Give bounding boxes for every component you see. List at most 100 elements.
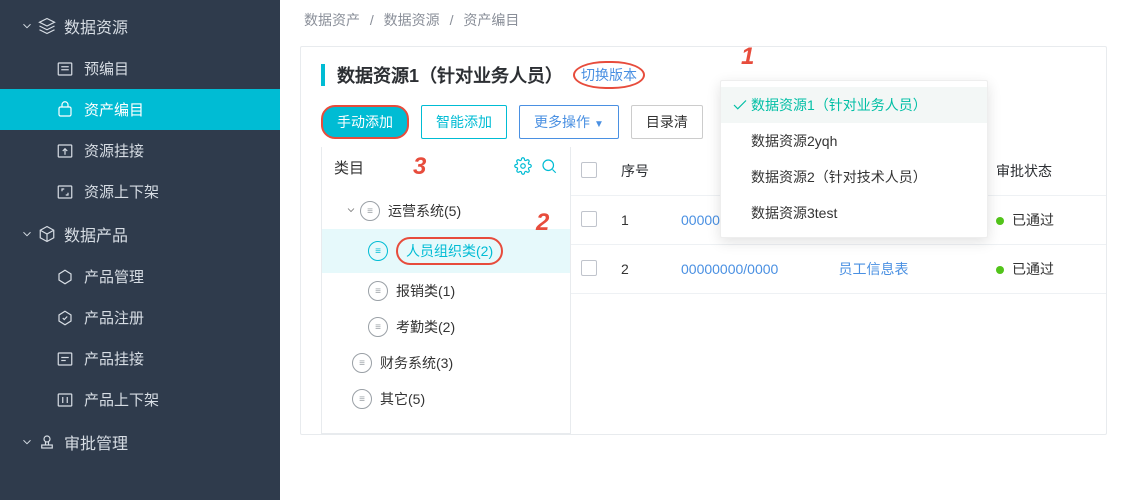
tree-node-finance-system[interactable]: ≡ 财务系统(3) [322,345,570,381]
sidebar-item-precatalog[interactable]: 预编目 [0,48,280,89]
sidebar-item-product-onoff[interactable]: 产品上下架 [0,379,280,420]
accent-bar [321,64,325,86]
dropdown-item-label: 数据资源2（针对技术人员） [751,167,927,187]
cell-seq: 1 [611,196,671,245]
mount-icon [54,350,76,368]
breadcrumb-current: 资产编目 [463,12,519,28]
chevron-down-icon [18,435,36,449]
sidebar-item-product-register[interactable]: 产品注册 [0,297,280,338]
cell-name-link[interactable]: 员工信息表 [829,245,987,294]
panel-title: 数据资源1（针对业务人员） [337,62,563,88]
chevron-down-icon [18,227,36,241]
status-text: 已通过 [1012,212,1054,228]
stamp-icon [36,433,58,451]
updown-icon [54,183,76,201]
catalog-icon [54,101,76,119]
sidebar-group-label: 审批管理 [64,430,128,454]
sidebar-item-resource-onoff[interactable]: 资源上下架 [0,171,280,212]
sidebar-group-data-product[interactable]: 数据产品 [0,212,280,256]
sidebar-item-product-mount[interactable]: 产品挂接 [0,338,280,379]
breadcrumb-link[interactable]: 数据资源 [384,12,440,28]
sidebar-item-resource-mount[interactable]: 资源挂接 [0,130,280,171]
row-checkbox[interactable] [581,260,597,276]
row-checkbox[interactable] [581,211,597,227]
sidebar-item-label: 产品上下架 [84,389,159,410]
version-dropdown: 数据资源1（针对业务人员） 数据资源2yqh 数据资源2（针对技术人员） 数据资… [720,80,988,238]
updown2-icon [54,391,76,409]
list-bullet-icon: ≡ [368,317,388,337]
chevron-down-icon [18,19,36,33]
list-icon [54,60,76,78]
more-ops-button[interactable]: 更多操作 ▼ [519,105,619,139]
cell-status: 已通过 [986,196,1106,245]
list-bullet-icon: ≡ [352,353,372,373]
dropdown-item[interactable]: 数据资源2（针对技术人员） [721,159,987,195]
layers-icon [36,17,58,35]
annotation-1: 1 [741,43,754,71]
search-icon[interactable] [540,157,558,178]
cell-code-link[interactable]: 00000000/0000 [671,245,829,294]
more-ops-label: 更多操作 [534,114,590,130]
list-bullet-icon: ≡ [368,281,388,301]
sidebar-group-approval[interactable]: 审批管理 [0,420,280,464]
tree-node-label: 其它(5) [380,389,425,409]
check-icon [731,96,751,114]
table-checkbox-header [571,147,611,196]
category-tree: ≡ 运营系统(5) ≡ 人员组织类(2) ≡ 报销类(1) ≡ [322,189,570,433]
tree-tools [514,157,558,178]
directory-button[interactable]: 目录清 [631,105,703,139]
tree-node-personnel-org[interactable]: ≡ 人员组织类(2) [322,229,570,273]
tree-node-attendance[interactable]: ≡ 考勤类(2) [322,309,570,345]
dropdown-item-label: 数据资源2yqh [751,131,837,151]
status-dot-icon [996,217,1004,225]
dropdown-item-label: 数据资源3test [751,203,837,223]
table-col-status: 审批状态 [986,147,1106,196]
list-bullet-icon: ≡ [352,389,372,409]
dropdown-item[interactable]: 数据资源2yqh [721,123,987,159]
table-row: 2 00000000/0000 员工信息表 已通过 [571,245,1106,294]
smart-add-button[interactable]: 智能添加 [421,105,507,139]
breadcrumb: 数据资产 / 数据资源 / 资产编目 [280,0,1127,40]
dropdown-item[interactable]: 数据资源1（针对业务人员） [721,87,987,123]
table-col-seq: 序号 [611,147,671,196]
dropdown-item-label: 数据资源1（针对业务人员） [751,95,927,115]
cube-icon [36,225,58,243]
status-dot-icon [996,266,1004,274]
sidebar-item-product-manage[interactable]: 产品管理 [0,256,280,297]
tree-node-label: 报销类(1) [396,281,455,301]
sidebar-group-data-resource[interactable]: 数据资源 [0,4,280,48]
manual-add-button[interactable]: 手动添加 [321,105,409,139]
sidebar-item-label: 资源挂接 [84,140,144,161]
tree-node-ops-system[interactable]: ≡ 运营系统(5) [322,193,570,229]
sidebar-item-label: 产品注册 [84,307,144,328]
export-icon [54,142,76,160]
gear-icon[interactable] [514,157,532,178]
sidebar-group-label: 数据资源 [64,14,128,38]
checkbox-all[interactable] [581,162,597,178]
main-area: 数据资产 / 数据资源 / 资产编目 数据资源1（针对业务人员） 切换版本 1 … [280,0,1127,500]
caret-down-icon: ▼ [594,119,604,130]
sidebar-group-label: 数据产品 [64,222,128,246]
switch-version-link[interactable]: 切换版本 [573,61,645,89]
list-bullet-icon: ≡ [368,241,388,261]
breadcrumb-link[interactable]: 数据资产 [304,12,360,28]
sidebar-item-asset-catalog[interactable]: 资产编目 [0,89,280,130]
dropdown-item[interactable]: 数据资源3test [721,195,987,231]
annotation-2: 2 [536,209,549,237]
sidebar-item-label: 预编目 [84,58,129,79]
breadcrumb-sep: / [370,12,374,28]
status-text: 已通过 [1012,261,1054,277]
cell-status: 已通过 [986,245,1106,294]
breadcrumb-sep: / [450,12,454,28]
tree-node-other[interactable]: ≡ 其它(5) [322,381,570,417]
chevron-down-icon [342,203,360,219]
sidebar-item-label: 资产编目 [84,99,144,120]
cube-check-icon [54,309,76,327]
tree-node-expense[interactable]: ≡ 报销类(1) [322,273,570,309]
sidebar-item-label: 产品挂接 [84,348,144,369]
tree-header-label: 类目 [334,157,364,178]
tree-node-label: 财务系统(3) [380,353,453,373]
list-bullet-icon: ≡ [360,201,380,221]
sidebar-item-label: 资源上下架 [84,181,159,202]
sidebar-item-label: 产品管理 [84,266,144,287]
